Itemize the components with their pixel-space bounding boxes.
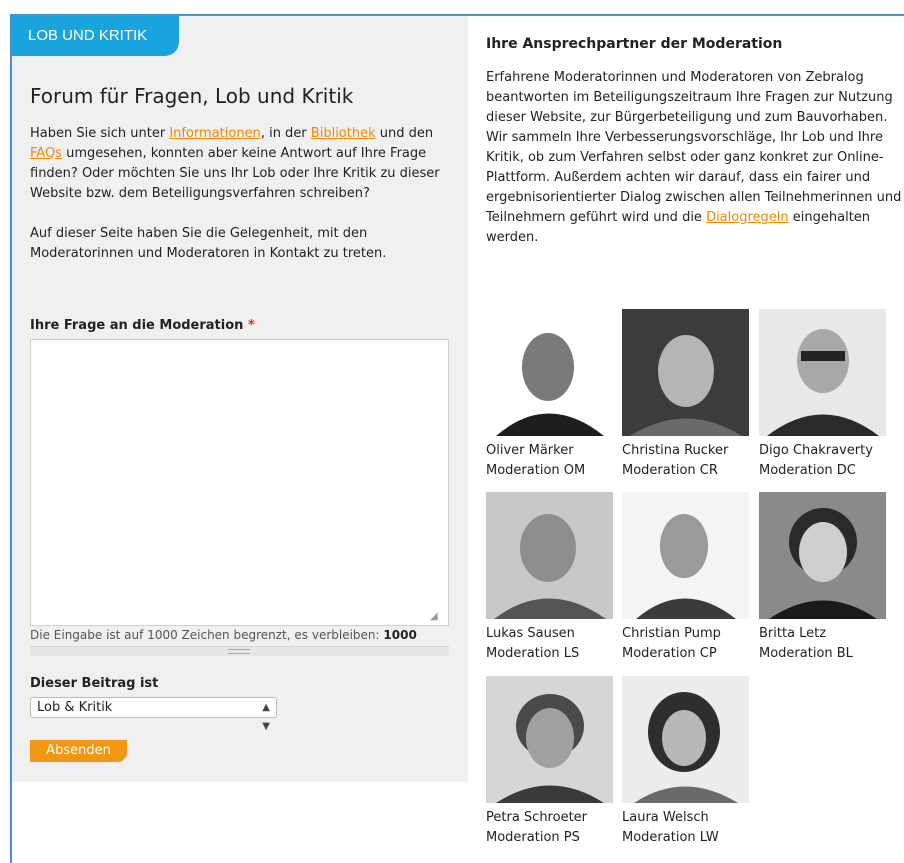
intro-text-part: Haben Sie sich unter xyxy=(30,126,170,141)
moderator-name: Christina Rucker xyxy=(622,443,729,458)
moderator-card: Christina Rucker Moderation CR xyxy=(622,309,750,481)
post-type-selected-value: Lob & Kritik xyxy=(37,700,113,715)
moderator-role: Moderation OM xyxy=(486,463,586,478)
moderator-photo xyxy=(486,309,613,436)
post-type-label: Dieser Beitrag ist xyxy=(30,676,159,691)
moderator-role: Moderation DC xyxy=(759,463,856,478)
grip-lines-icon xyxy=(228,649,250,654)
portrait-icon xyxy=(486,492,613,619)
portrait-icon xyxy=(759,309,886,436)
resize-grip-icon[interactable]: ◢ xyxy=(430,611,442,623)
moderator-name: Christian Pump xyxy=(622,626,721,641)
moderator-role: Moderation LW xyxy=(622,830,719,845)
moderator-photo xyxy=(486,676,613,803)
moderator-photo xyxy=(486,492,613,619)
moderator-card: Lukas Sausen Moderation LS xyxy=(486,492,614,664)
question-textarea[interactable] xyxy=(30,339,449,626)
moderator-card: Christian Pump Moderation CP xyxy=(622,492,750,664)
character-counter: Die Eingabe ist auf 1000 Zeichen begrenz… xyxy=(30,628,460,642)
moderator-card: Digo Chakraverty Moderation DC xyxy=(759,309,887,481)
portrait-icon xyxy=(622,309,749,436)
moderator-card: Oliver Märker Moderation OM xyxy=(486,309,614,481)
moderator-role: Moderation BL xyxy=(759,646,853,661)
moderator-role: Moderation CR xyxy=(622,463,718,478)
intro-contact-text: Auf dieser Seite haben Sie die Gelegenhe… xyxy=(30,226,387,261)
moderator-card: Petra Schroeter Moderation PS xyxy=(486,676,614,848)
portrait-icon xyxy=(486,676,613,803)
intro-text: Haben Sie sich unter Informationen, in d… xyxy=(30,124,460,204)
select-updown-icon: ▲ ▼ xyxy=(262,702,270,732)
moderator-name: Petra Schroeter xyxy=(486,810,588,825)
moderator-role: Moderation CP xyxy=(622,646,717,661)
link-informationen[interactable]: Informationen xyxy=(169,126,261,141)
moderator-name: Digo Chakraverty xyxy=(759,443,873,458)
post-type-select[interactable]: Lob & Kritik ▲ ▼ xyxy=(30,697,277,732)
moderator-name: Oliver Märker xyxy=(486,443,574,458)
moderator-role: Moderation LS xyxy=(486,646,580,661)
intro-text-part: , in der xyxy=(260,126,311,141)
moderator-photo xyxy=(622,309,749,436)
portrait-icon xyxy=(759,492,886,619)
link-bibliothek[interactable]: Bibliothek xyxy=(311,126,376,141)
submit-button[interactable]: Absenden xyxy=(30,740,127,762)
contacts-text-part: Erfahrene Moderatorinnen und Moderatoren… xyxy=(486,70,902,225)
moderator-photo xyxy=(759,309,886,436)
intro-text-part: und den xyxy=(375,126,434,141)
link-dialogregeln[interactable]: Dialogregeln xyxy=(706,210,789,225)
moderator-card: Britta Letz Moderation BL xyxy=(759,492,887,664)
textarea-drag-handle[interactable] xyxy=(30,646,449,656)
moderator-name: Britta Letz xyxy=(759,626,827,641)
moderator-photo xyxy=(622,492,749,619)
link-faqs[interactable]: FAQs xyxy=(30,146,62,161)
form-title: Forum für Fragen, Lob und Kritik xyxy=(30,84,354,108)
contacts-description: Erfahrene Moderatorinnen und Moderatoren… xyxy=(486,68,904,248)
intro-text-part: umgesehen, konnten aber keine Antwort au… xyxy=(30,146,440,201)
question-label: Ihre Frage an die Moderation * xyxy=(30,318,255,333)
moderator-name: Laura Welsch xyxy=(622,810,709,825)
portrait-icon xyxy=(486,309,613,436)
section-tab-label: LOB UND KRITIK xyxy=(12,16,179,56)
portrait-icon xyxy=(622,492,749,619)
moderator-name: Lukas Sausen xyxy=(486,626,575,641)
question-label-text: Ihre Frage an die Moderation xyxy=(30,318,244,333)
required-marker: * xyxy=(247,318,255,333)
moderator-photo xyxy=(759,492,886,619)
moderator-role: Moderation PS xyxy=(486,830,580,845)
moderator-card: Laura Welsch Moderation LW xyxy=(622,676,750,848)
contacts-heading: Ihre Ansprechpartner der Moderation xyxy=(486,36,783,52)
counter-value: 1000 xyxy=(383,628,417,642)
portrait-icon xyxy=(622,676,749,803)
moderator-photo xyxy=(622,676,749,803)
counter-text: Die Eingabe ist auf 1000 Zeichen begrenz… xyxy=(30,628,380,642)
